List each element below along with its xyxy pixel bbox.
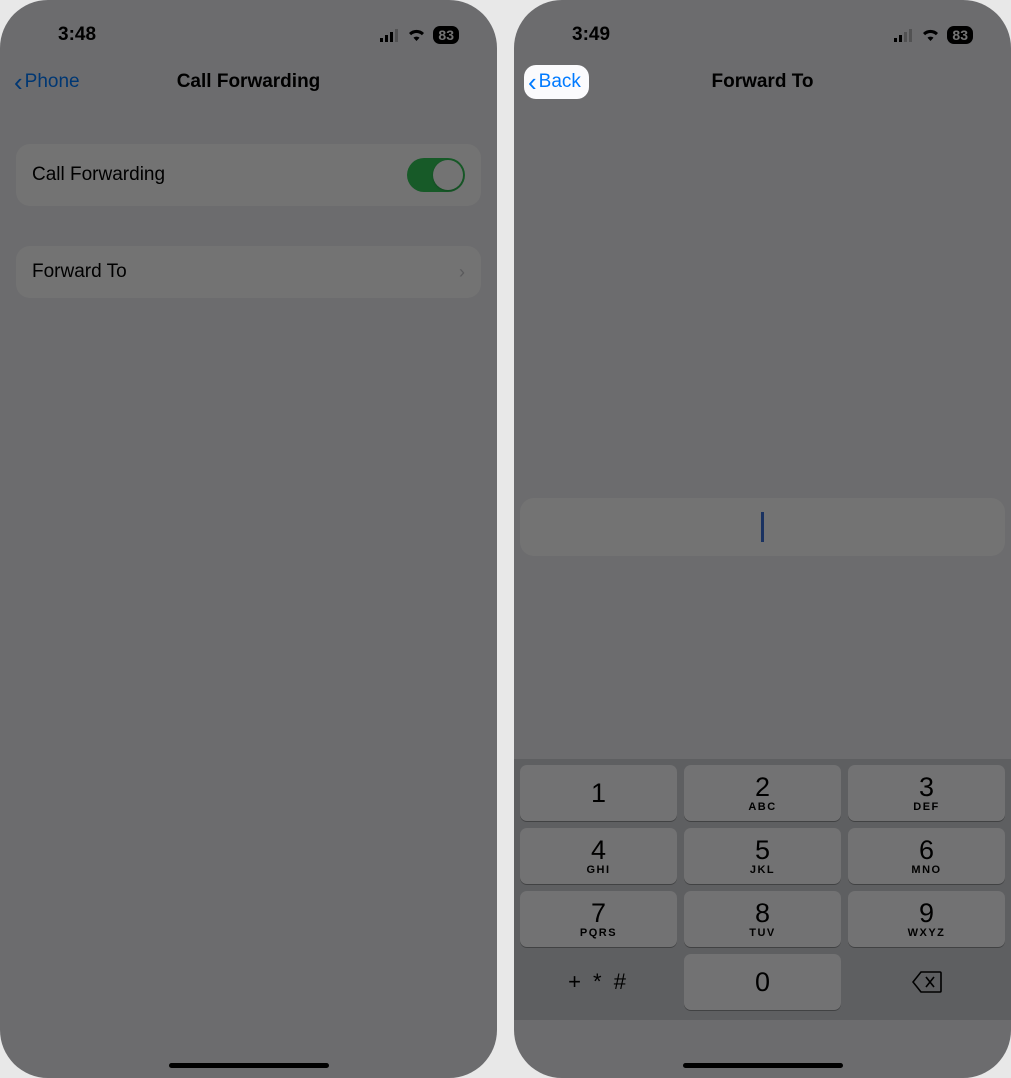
wifi-icon: [921, 28, 940, 42]
status-bar: 3:48 83: [0, 0, 497, 56]
key-6[interactable]: 6MNO: [848, 828, 1005, 884]
key-2[interactable]: 2ABC: [684, 765, 841, 821]
key-4[interactable]: 4GHI: [520, 828, 677, 884]
key-0[interactable]: 0: [684, 954, 841, 1010]
key-delete[interactable]: [848, 954, 1005, 1010]
nav-bar: ‹ Back Forward To: [514, 56, 1011, 108]
call-forwarding-row[interactable]: Call Forwarding: [16, 144, 481, 206]
backspace-icon: [912, 971, 942, 993]
numeric-keypad: 1 2ABC 3DEF 4GHI 5JKL 6MNO 7PQRS 8TUV 9W…: [514, 759, 1011, 1020]
status-icons: 83: [894, 26, 973, 44]
forward-to-group: Forward To ›: [16, 246, 481, 298]
toggle-knob: [433, 160, 463, 190]
back-label: Phone: [25, 71, 80, 93]
key-8[interactable]: 8TUV: [684, 891, 841, 947]
forward-to-label: Forward To: [32, 261, 127, 283]
wifi-icon: [407, 28, 426, 42]
back-button[interactable]: ‹ Back: [524, 65, 589, 99]
battery-icon: 83: [947, 26, 973, 44]
key-5[interactable]: 5JKL: [684, 828, 841, 884]
phone-left: 3:48 83 ‹ Phone Call Forwarding Call For…: [0, 0, 497, 1078]
key-9[interactable]: 9WXYZ: [848, 891, 1005, 947]
cellular-icon: [380, 29, 400, 42]
call-forwarding-group: Call Forwarding: [16, 144, 481, 206]
status-time: 3:49: [572, 24, 610, 46]
back-button[interactable]: ‹ Phone: [10, 65, 88, 99]
chevron-right-icon: ›: [459, 262, 465, 283]
key-3[interactable]: 3DEF: [848, 765, 1005, 821]
key-symbols[interactable]: + * #: [520, 954, 677, 1010]
forward-to-row[interactable]: Forward To ›: [16, 246, 481, 298]
status-time: 3:48: [58, 24, 96, 46]
text-cursor: [761, 512, 764, 542]
nav-bar: ‹ Phone Call Forwarding: [0, 56, 497, 108]
status-icons: 83: [380, 26, 459, 44]
chevron-left-icon: ‹: [528, 69, 537, 95]
status-bar: 3:49 83: [514, 0, 1011, 56]
home-indicator[interactable]: [683, 1063, 843, 1068]
key-1[interactable]: 1: [520, 765, 677, 821]
call-forwarding-toggle[interactable]: [407, 158, 465, 192]
chevron-left-icon: ‹: [14, 69, 23, 95]
page-title: Call Forwarding: [177, 71, 321, 93]
key-7[interactable]: 7PQRS: [520, 891, 677, 947]
cellular-icon: [894, 29, 914, 42]
battery-icon: 83: [433, 26, 459, 44]
call-forwarding-label: Call Forwarding: [32, 164, 165, 186]
page-title: Forward To: [711, 71, 813, 93]
content-area: Call Forwarding Forward To ›: [0, 108, 497, 1078]
back-label: Back: [539, 71, 581, 93]
phone-right: 3:49 83 ‹ Back Forward To 1 2ABC 3DEF 4G…: [514, 0, 1011, 1078]
home-indicator[interactable]: [169, 1063, 329, 1068]
phone-number-input[interactable]: [520, 498, 1005, 556]
